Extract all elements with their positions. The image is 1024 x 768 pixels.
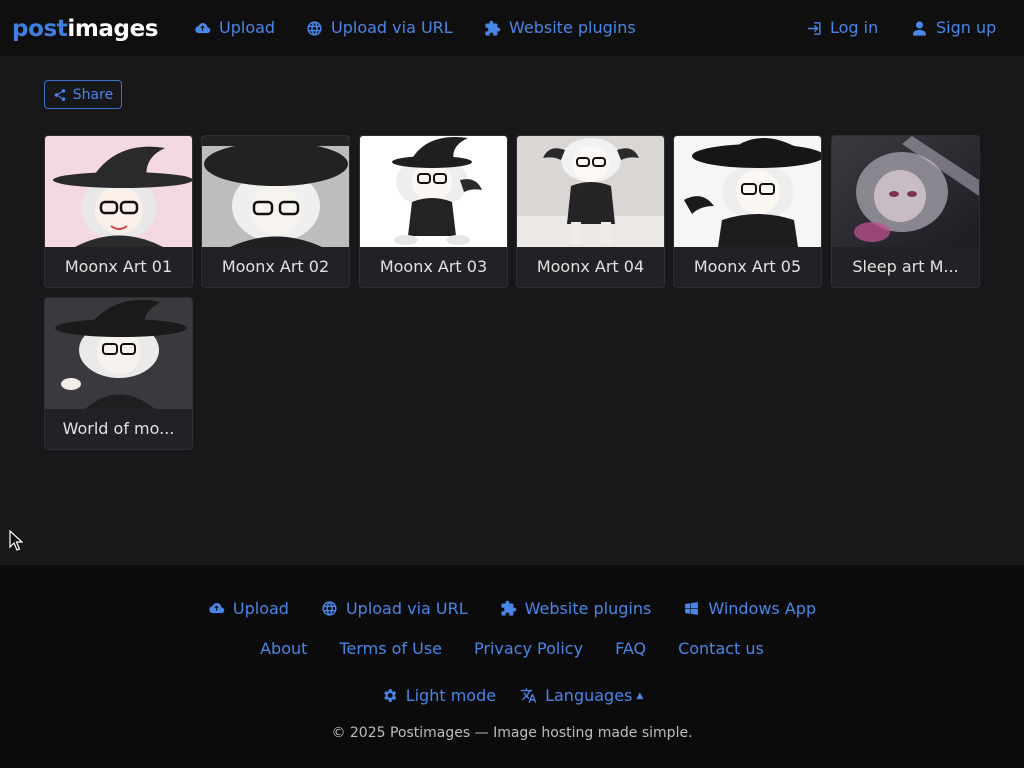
footer-upload-via-url-label: Upload via URL — [345, 599, 468, 618]
card-title: Sleep art M... — [852, 257, 959, 276]
card-title: Moonx Art 04 — [536, 257, 645, 276]
sign-in-icon — [805, 20, 822, 37]
footer-about-link[interactable]: About — [260, 639, 307, 658]
site-logo[interactable]: postimages — [12, 14, 158, 44]
footer-upload-link[interactable]: Upload — [208, 599, 289, 618]
gallery-card[interactable]: Moonx Art 03 — [359, 135, 508, 288]
footer-secondary-links: About Terms of Use Privacy Policy FAQ Co… — [0, 639, 1024, 658]
gallery-card[interactable]: Moonx Art 04 — [516, 135, 665, 288]
logo-text-part2: images — [67, 16, 159, 42]
nav-upload-via-url-label: Upload via URL — [331, 18, 453, 37]
gallery-card[interactable]: Moonx Art 01 — [44, 135, 193, 288]
nav-sign-up-label: Sign up — [936, 18, 997, 37]
nav-log-in-label: Log in — [830, 18, 879, 37]
languages-dropdown[interactable]: Languages ▲ — [520, 686, 643, 705]
footer-settings: Light mode Languages ▲ — [0, 686, 1024, 705]
gear-icon — [381, 687, 398, 704]
copyright-text: © 2025 Postimages — Image hosting made s… — [331, 725, 693, 741]
nav-upload[interactable]: Upload — [194, 16, 275, 40]
thumbnail-image — [45, 136, 192, 247]
nav-log-in[interactable]: Log in — [805, 16, 878, 40]
cloud-upload-icon — [194, 20, 211, 37]
card-title: Moonx Art 03 — [379, 257, 488, 276]
site-footer: Upload Upload via URL Website plugins Wi… — [0, 565, 1024, 768]
thumbnail-image — [45, 298, 192, 409]
footer-upload-label: Upload — [232, 599, 289, 618]
share-button[interactable]: Share — [44, 80, 122, 109]
logo-text-part1: post — [12, 16, 68, 42]
nav-website-plugins[interactable]: Website plugins — [484, 16, 636, 40]
top-navbar: postimages Upload Upload via URL Website… — [0, 0, 1024, 56]
mouse-cursor-icon — [9, 530, 23, 551]
footer-terms-link[interactable]: Terms of Use — [339, 639, 442, 658]
thumbnail-image — [674, 136, 821, 247]
puzzle-icon — [484, 20, 501, 37]
globe-icon — [321, 600, 338, 617]
puzzle-icon — [500, 600, 517, 617]
light-mode-toggle[interactable]: Light mode — [381, 686, 496, 705]
share-button-label: Share — [72, 86, 114, 103]
footer-privacy-link[interactable]: Privacy Policy — [474, 639, 583, 658]
caret-up-icon: ▲ — [636, 690, 644, 701]
card-title: Moonx Art 01 — [64, 257, 173, 276]
cloud-upload-icon — [208, 600, 225, 617]
gallery-card[interactable]: Moonx Art 02 — [201, 135, 350, 288]
user-icon — [911, 20, 928, 37]
card-title: Moonx Art 05 — [693, 257, 802, 276]
languages-label: Languages — [545, 686, 633, 705]
footer-website-plugins-link[interactable]: Website plugins — [500, 599, 652, 618]
thumbnail-image — [517, 136, 664, 247]
translate-icon — [520, 687, 537, 704]
gallery-card[interactable]: Sleep art M... — [831, 135, 980, 288]
light-mode-label: Light mode — [405, 686, 497, 705]
nav-upload-via-url[interactable]: Upload via URL — [306, 16, 453, 40]
footer-windows-app-label: Windows App — [708, 599, 817, 618]
footer-website-plugins-label: Website plugins — [524, 599, 652, 618]
share-icon — [53, 88, 67, 102]
gallery-card[interactable]: World of mo... — [44, 297, 193, 450]
globe-icon — [306, 20, 323, 37]
card-title: World of mo... — [62, 419, 175, 438]
card-title: Moonx Art 02 — [221, 257, 330, 276]
nav-upload-label: Upload — [219, 18, 276, 37]
thumbnail-image — [202, 136, 349, 247]
nav-website-plugins-label: Website plugins — [509, 18, 636, 37]
nav-sign-up[interactable]: Sign up — [911, 16, 996, 40]
thumbnail-image — [360, 136, 507, 247]
thumbnail-image — [832, 136, 979, 247]
footer-windows-app-link[interactable]: Windows App — [683, 599, 816, 618]
windows-icon — [683, 600, 700, 617]
footer-primary-links: Upload Upload via URL Website plugins Wi… — [0, 599, 1024, 618]
footer-upload-via-url-link[interactable]: Upload via URL — [321, 599, 468, 618]
footer-faq-link[interactable]: FAQ — [615, 639, 646, 658]
footer-contact-link[interactable]: Contact us — [678, 639, 764, 658]
gallery-card[interactable]: Moonx Art 05 — [673, 135, 822, 288]
